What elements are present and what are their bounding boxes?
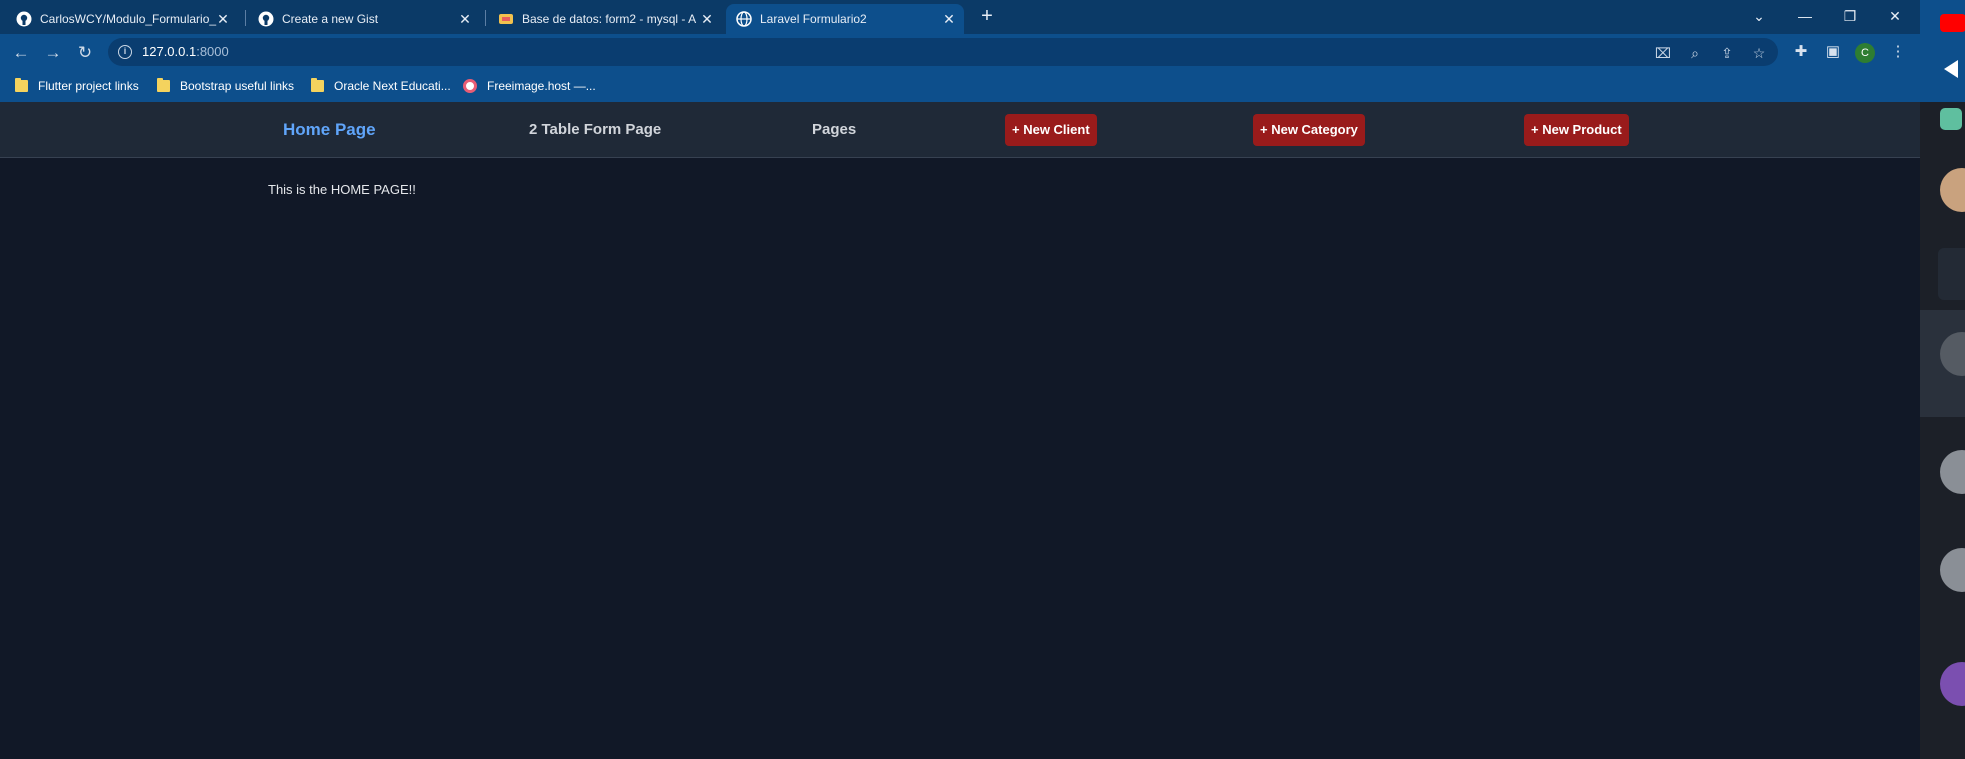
close-icon[interactable]: ✕ (942, 12, 956, 26)
youtube-icon[interactable] (1940, 14, 1965, 32)
avatar[interactable] (1940, 168, 1965, 212)
new-product-button[interactable]: + New Product (1524, 114, 1629, 146)
tab-title: Base de datos: form2 - mysql - A (522, 12, 697, 26)
menu-kebab-icon[interactable]: ⋮ (1888, 42, 1908, 62)
bookmark-star-icon[interactable]: ☆ (1750, 44, 1768, 62)
side-panel-card (1938, 248, 1965, 300)
window-close-icon[interactable]: ✕ (1880, 4, 1910, 28)
tab-laravel-formulario2[interactable]: Laravel Formulario2 ✕ (726, 4, 964, 34)
page-content: Home Page 2 Table Form Page Pages + New … (0, 102, 1920, 759)
globe-icon (736, 11, 752, 27)
restore-icon[interactable]: ❐ (1835, 4, 1865, 28)
tab-create-gist[interactable]: Create a new Gist ✕ (248, 4, 480, 34)
zoom-icon[interactable]: ⌕ (1686, 44, 1704, 62)
tab-title: Laravel Formulario2 (760, 12, 867, 26)
profile-avatar[interactable]: C (1855, 43, 1875, 63)
tab-search-chevron-icon[interactable]: ⌄ (1744, 4, 1774, 28)
tab-phpmyadmin[interactable]: Base de datos: form2 - mysql - A ✕ (488, 4, 722, 34)
phpmyadmin-icon (498, 11, 514, 27)
forward-arrow-icon[interactable]: → (42, 42, 64, 64)
github-icon (16, 11, 32, 27)
nav-home-link[interactable]: Home Page (283, 102, 376, 158)
nav-table-form-link[interactable]: 2 Table Form Page (529, 102, 661, 158)
tab-separator (485, 10, 486, 26)
new-client-button[interactable]: + New Client (1005, 114, 1097, 146)
freeimage-icon (463, 79, 477, 93)
github-icon (258, 11, 274, 27)
back-arrow-icon[interactable]: ← (10, 42, 32, 64)
url-text: 127.0.0.1:8000 (142, 44, 229, 59)
tab-strip: CarlosWCY/Modulo_Formulario_ ✕ Create a … (0, 0, 1920, 34)
close-icon[interactable]: ✕ (216, 12, 230, 26)
collapse-panel-icon[interactable] (1944, 60, 1958, 78)
bookmarks-bar: Flutter project links Bootstrap useful l… (0, 70, 1920, 102)
reload-icon[interactable]: ↻ (74, 42, 96, 64)
side-panel-icon[interactable]: ▣ (1823, 42, 1843, 62)
translate-icon[interactable]: ⌧ (1654, 44, 1672, 62)
app-navbar: Home Page 2 Table Form Page Pages + New … (0, 102, 1920, 158)
folder-icon (157, 78, 170, 92)
bookmark-oracle[interactable]: Oracle Next Educati... (311, 78, 451, 94)
new-category-button[interactable]: + New Category (1253, 114, 1365, 146)
home-page-text: This is the HOME PAGE!! (268, 182, 416, 197)
folder-icon (15, 78, 28, 92)
extensions-puzzle-icon[interactable]: ✚ (1791, 42, 1811, 62)
share-icon[interactable]: ⇪ (1718, 44, 1736, 62)
bookmark-bootstrap[interactable]: Bootstrap useful links (157, 78, 294, 94)
new-tab-button[interactable]: + (976, 6, 998, 28)
minimize-icon[interactable]: — (1790, 4, 1820, 28)
tab-title: Create a new Gist (282, 12, 379, 26)
chatgpt-icon[interactable] (1940, 108, 1962, 130)
tab-github-repo[interactable]: CarlosWCY/Modulo_Formulario_ ✕ (6, 4, 238, 34)
close-icon[interactable]: ✕ (458, 12, 472, 26)
site-info-icon[interactable]: i (118, 45, 132, 59)
address-bar[interactable]: i 127.0.0.1:8000 ⌧ ⌕ ⇪ ☆ (108, 38, 1778, 66)
folder-icon (311, 78, 324, 92)
tab-separator (245, 10, 246, 26)
bookmark-flutter[interactable]: Flutter project links (15, 78, 139, 94)
close-icon[interactable]: ✕ (700, 12, 714, 26)
bookmark-freeimage[interactable]: Freeimage.host —... (463, 78, 596, 94)
nav-pages-link[interactable]: Pages (812, 102, 856, 158)
browser-toolbar: ← → ↻ i 127.0.0.1:8000 ⌧ ⌕ ⇪ ☆ ✚ ▣ C ⋮ (0, 34, 1920, 70)
tab-title: CarlosWCY/Modulo_Formulario_ (40, 12, 217, 26)
browser-chrome: CarlosWCY/Modulo_Formulario_ ✕ Create a … (0, 0, 1920, 102)
